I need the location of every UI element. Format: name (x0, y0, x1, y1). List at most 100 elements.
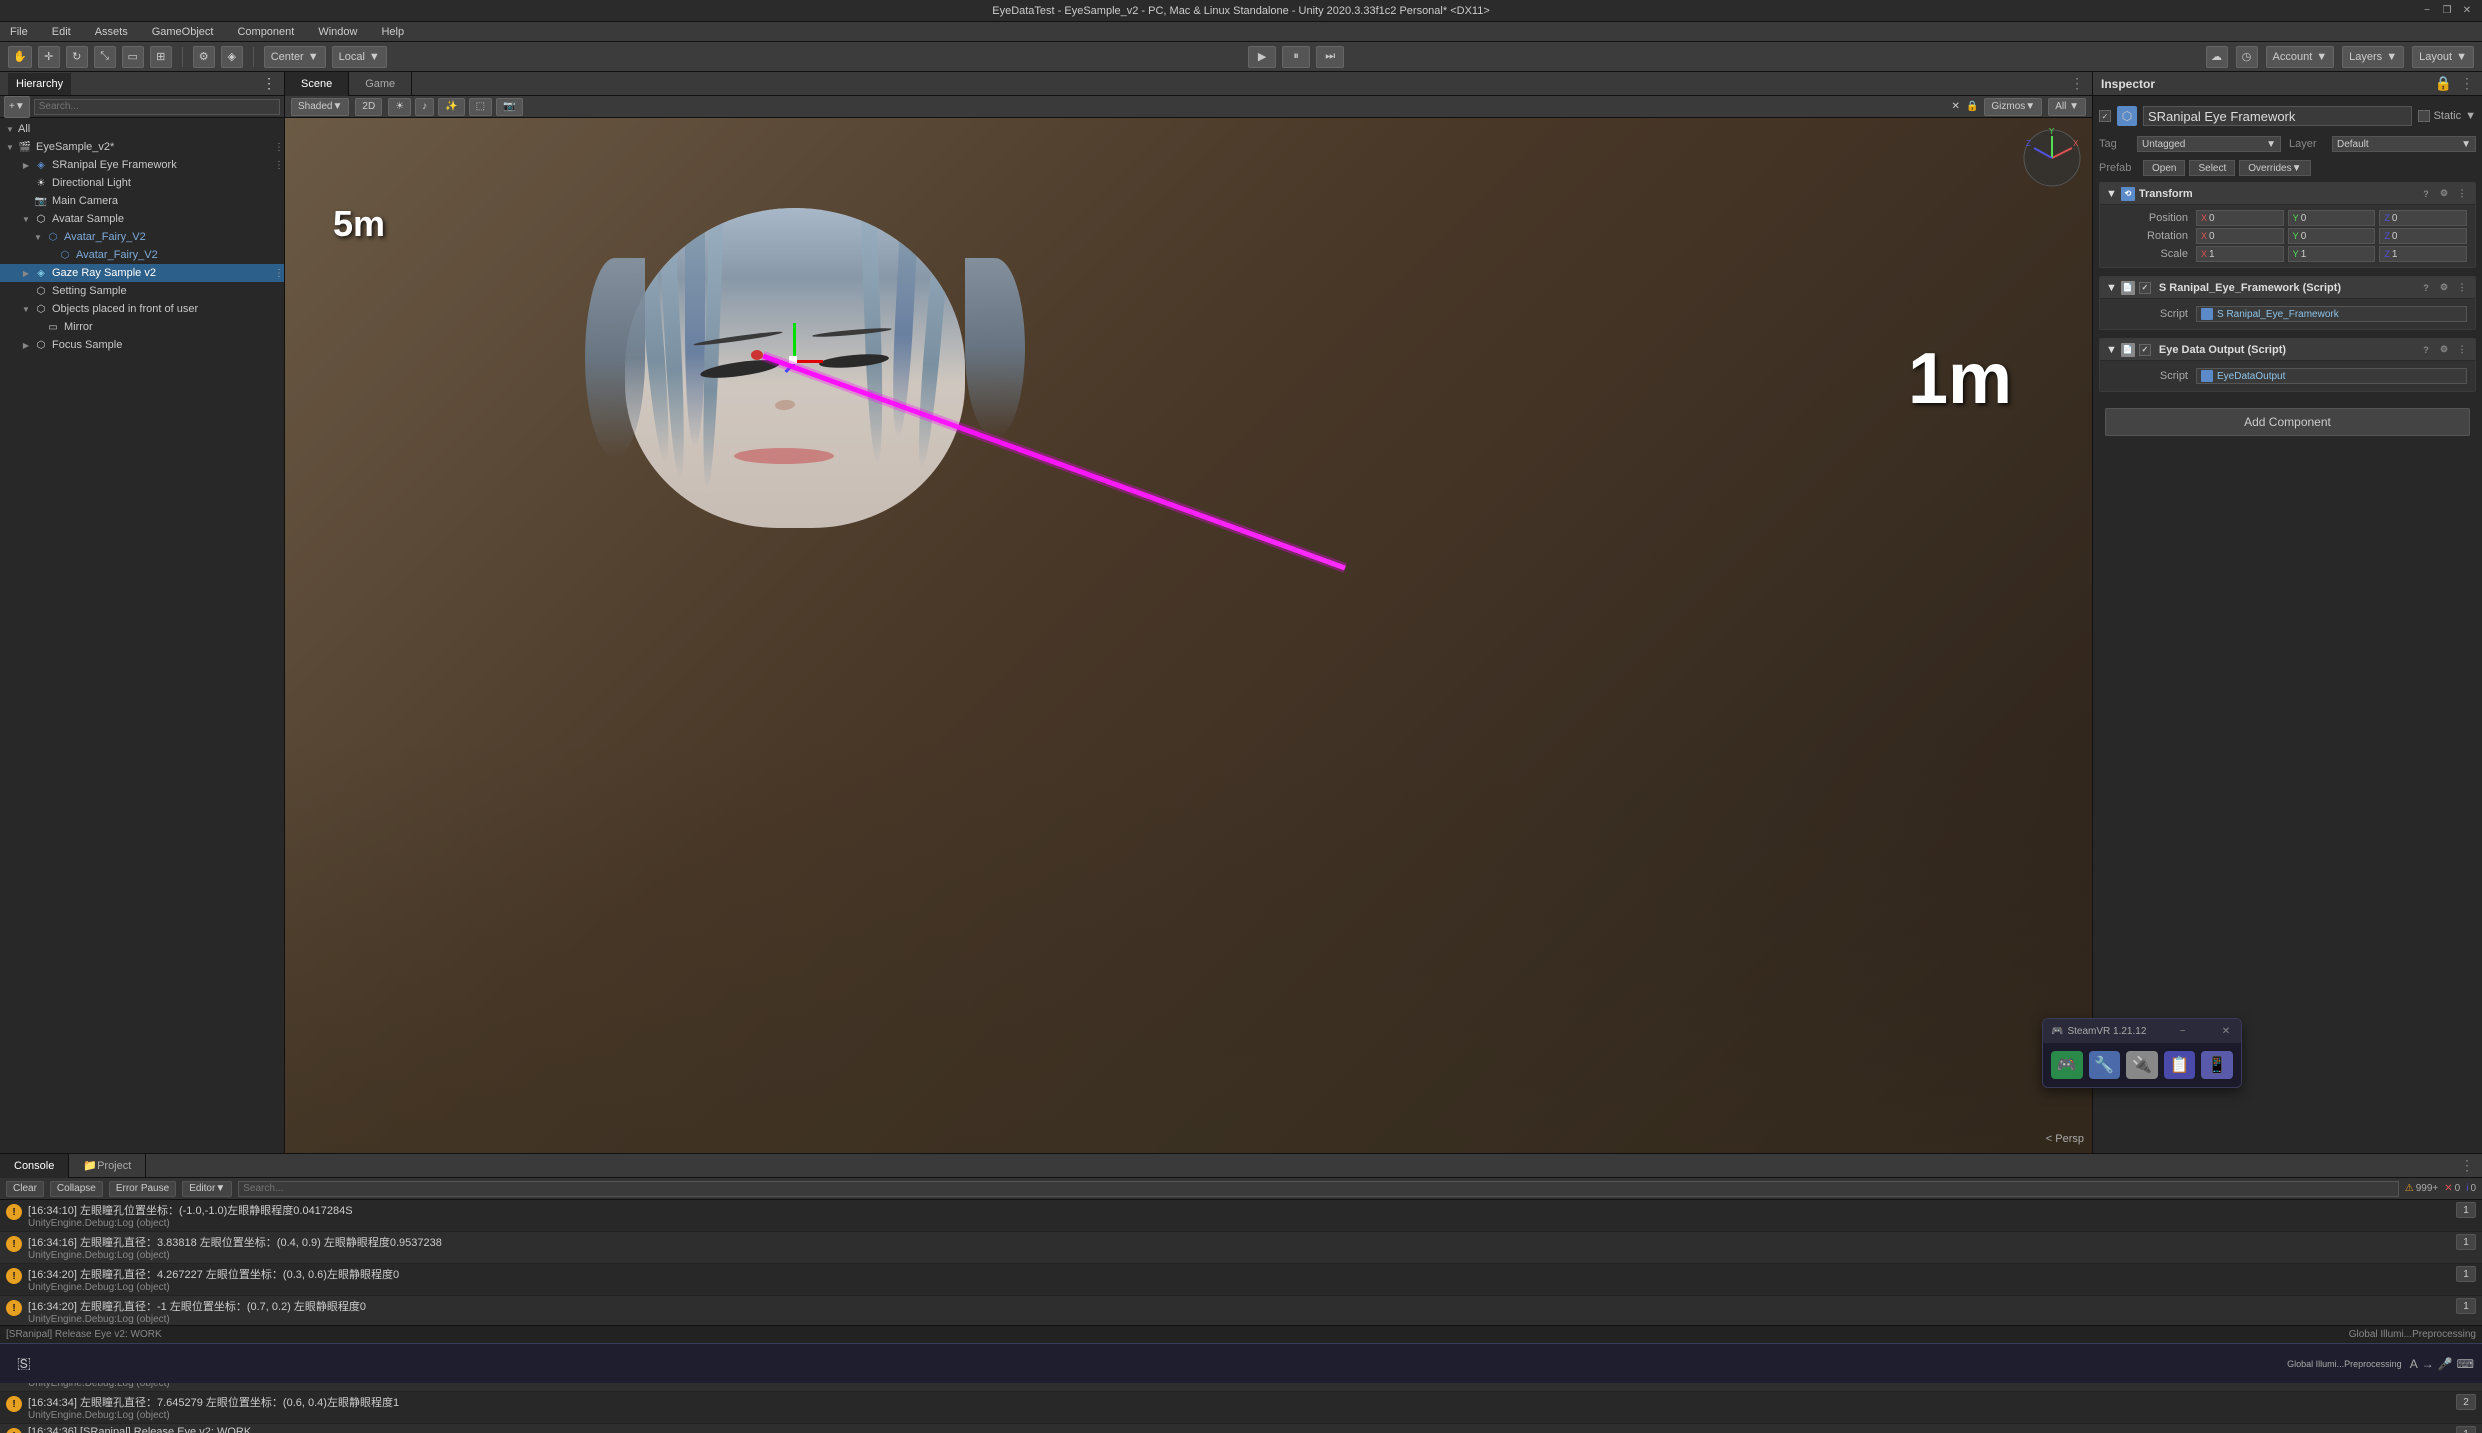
sranipal-menu[interactable]: ⋮ (274, 160, 284, 171)
account-dropdown[interactable]: Account ▼ (2266, 46, 2335, 68)
console-entry-3[interactable]: ! [16:34:20] 左眼瞳孔直径：-1 左眼位置坐标：(0.7, 0.2)… (0, 1296, 2482, 1328)
eyedata-active-checkbox[interactable] (2139, 344, 2151, 356)
scale-z-field[interactable]: Z 1 (2379, 246, 2467, 262)
taskbar-icon-1[interactable]: 🇸 (8, 1348, 40, 1380)
frame-btn[interactable]: ⬚ (469, 98, 492, 116)
menu-assets[interactable]: Assets (89, 24, 134, 40)
hand-tool[interactable]: ✋ (8, 46, 32, 68)
scale-x-field[interactable]: X 1 (2196, 246, 2284, 262)
scene-viewport[interactable]: 5m (285, 118, 2092, 1153)
eyedata-menu[interactable]: ⋮ (2455, 343, 2469, 357)
hierarchy-menu-btn[interactable]: ⋮ (262, 75, 276, 92)
rot-x-field[interactable]: X 0 (2196, 228, 2284, 244)
tree-item-gazeray[interactable]: ▶ ◈ Gaze Ray Sample v2 ⋮ (0, 264, 284, 282)
all-btn[interactable]: All ▼ (2048, 98, 2086, 116)
eyedata-script-value[interactable]: EyeDataOutput (2196, 368, 2467, 384)
transform-help[interactable]: ? (2419, 187, 2433, 201)
tree-item-avatar[interactable]: ▼ ⬡ Avatar Sample (0, 210, 284, 228)
collab-btn[interactable]: ◷ (2236, 46, 2258, 68)
transform-header[interactable]: ▼ ⟲ Transform ? ⚙ ⋮ (2100, 183, 2475, 205)
editor-btn[interactable]: Editor ▼ (182, 1181, 232, 1197)
console-tab[interactable]: Console (0, 1154, 69, 1178)
tab-game[interactable]: Game (349, 72, 412, 96)
lights-btn[interactable]: ☀ (388, 98, 411, 116)
error-pause-btn[interactable]: Error Pause (109, 1181, 176, 1197)
steamvr-minimize[interactable]: − (2176, 1024, 2190, 1038)
static-dropdown-icon[interactable]: ▼ (2465, 110, 2476, 122)
eyedata-help[interactable]: ? (2419, 343, 2433, 357)
collapse-btn[interactable]: Collapse (50, 1181, 103, 1197)
window-controls[interactable]: − ❐ ✕ (2420, 3, 2474, 17)
tree-item-fairy2[interactable]: ▶ ⬡ Avatar_Fairy_V2 (0, 246, 284, 264)
tree-item-focus[interactable]: ▶ ⬡ Focus Sample (0, 336, 284, 354)
pivot-toggle[interactable]: Center ▼ (264, 46, 326, 68)
eyedata-component-header[interactable]: ▼ 📄 Eye Data Output (Script) ? ⚙ ⋮ (2100, 339, 2475, 361)
scale-y-field[interactable]: Y 1 (2288, 246, 2376, 262)
tree-item-setting[interactable]: ▶ ⬡ Setting Sample (0, 282, 284, 300)
menu-window[interactable]: Window (312, 24, 363, 40)
pause-button[interactable]: ⏸ (1282, 46, 1310, 68)
x-close-btn[interactable]: ✕ (1952, 101, 1960, 112)
pos-y-field[interactable]: Y 0 (2288, 210, 2376, 226)
layout-dropdown[interactable]: Layout ▼ (2412, 46, 2474, 68)
tree-item-objects[interactable]: ▼ ⬡ Objects placed in front of user (0, 300, 284, 318)
transform-tool[interactable]: ⊞ (150, 46, 172, 68)
fx-btn[interactable]: ✨ (438, 98, 464, 116)
custom-tool-1[interactable]: ⚙ (193, 46, 215, 68)
sranipal-settings[interactable]: ⚙ (2437, 281, 2451, 295)
inspector-menu[interactable]: ⋮ (2460, 75, 2474, 92)
steamvr-btn-3[interactable]: 🔌 (2126, 1051, 2158, 1079)
menu-help[interactable]: Help (375, 24, 410, 40)
play-button[interactable]: ▶ (1248, 46, 1276, 68)
tree-item-sranipal[interactable]: ▶ ◈ SRanipal Eye Framework ⋮ (0, 156, 284, 174)
tree-item-fairy1[interactable]: ▼ ⬡ Avatar_Fairy_V2 (0, 228, 284, 246)
prefab-select-btn[interactable]: Select (2189, 160, 2235, 176)
console-search-input[interactable] (238, 1181, 2399, 1197)
go-name-input[interactable] (2143, 106, 2412, 126)
hierarchy-search-input[interactable] (34, 99, 280, 115)
console-entry-1[interactable]: ! [16:34:16] 左眼瞳孔直径：3.83818 左眼位置坐标：(0.4,… (0, 1232, 2482, 1264)
go-active-checkbox[interactable] (2099, 110, 2111, 122)
tag-dropdown[interactable]: Untagged ▼ (2137, 136, 2281, 152)
transform-gizmo[interactable] (775, 338, 815, 378)
tree-item-camera[interactable]: ▶ 📷 Main Camera (0, 192, 284, 210)
camera-gizmo[interactable]: X Y Z (2020, 126, 2084, 190)
prefab-open-btn[interactable]: Open (2143, 160, 2185, 176)
add-component-button[interactable]: Add Component (2105, 408, 2470, 436)
camera-btn[interactable]: 📷 (496, 98, 522, 116)
hierarchy-tab[interactable]: Hierarchy (8, 73, 71, 95)
view-menu-btn[interactable]: ⋮ (2070, 75, 2092, 92)
console-entry-2[interactable]: ! [16:34:20] 左眼瞳孔直径：4.267227 左眼位置坐标：(0.3… (0, 1264, 2482, 1296)
steamvr-btn-4[interactable]: 📋 (2164, 1051, 2196, 1079)
minimize-button[interactable]: − (2420, 3, 2434, 17)
console-entry-7[interactable]: ! [16:34:36] [SRanipal] Release Eye v2: … (0, 1424, 2482, 1433)
menu-file[interactable]: File (4, 24, 34, 40)
close-button[interactable]: ✕ (2460, 3, 2474, 17)
console-menu-btn[interactable]: ⋮ (2460, 1157, 2482, 1174)
pos-x-field[interactable]: X 0 (2196, 210, 2284, 226)
inspector-lock[interactable]: 🔒 (2435, 75, 2452, 92)
tree-item-mirror[interactable]: ▶ ▭ Mirror (0, 318, 284, 336)
tree-item-dirlight[interactable]: ▶ ☀ Directional Light (0, 174, 284, 192)
layers-dropdown[interactable]: Layers ▼ (2342, 46, 2404, 68)
shading-btn[interactable]: Shaded ▼ (291, 98, 349, 116)
sranipal-component-header[interactable]: ▼ 📄 S Ranipal_Eye_Framework (Script) ? ⚙… (2100, 277, 2475, 299)
layer-dropdown[interactable]: Default ▼ (2332, 136, 2476, 152)
rot-z-field[interactable]: Z 0 (2379, 228, 2467, 244)
scale-tool[interactable]: ⤡ (94, 46, 116, 68)
space-toggle[interactable]: Local ▼ (332, 46, 387, 68)
create-btn[interactable]: +▼ (4, 96, 30, 118)
lock-btn[interactable]: 🔒 (1966, 101, 1978, 112)
sranipal-script-value[interactable]: S Ranipal_Eye_Framework (2196, 306, 2467, 322)
steamvr-overlay[interactable]: 🎮 SteamVR 1.21.12 − ✕ 🎮 🔧 🔌 📋 📱 (2042, 1018, 2242, 1088)
mode-btn[interactable]: 2D (355, 98, 382, 116)
sranipal-active-checkbox[interactable] (2139, 282, 2151, 294)
tree-item-scene[interactable]: ▼ 🎬 EyeSample_v2* ⋮ (0, 138, 284, 156)
gizmos-btn[interactable]: Gizmos ▼ (1984, 98, 2042, 116)
console-entry-6[interactable]: ! [16:34:34] 左眼瞳孔直径：7.645279 左眼位置坐标：(0.6… (0, 1392, 2482, 1424)
project-tab[interactable]: 📁 Project (69, 1154, 146, 1178)
steamvr-btn-5[interactable]: 📱 (2201, 1051, 2233, 1079)
clear-btn[interactable]: Clear (6, 1181, 44, 1197)
rect-tool[interactable]: ▭ (122, 46, 144, 68)
restore-button[interactable]: ❐ (2440, 3, 2454, 17)
